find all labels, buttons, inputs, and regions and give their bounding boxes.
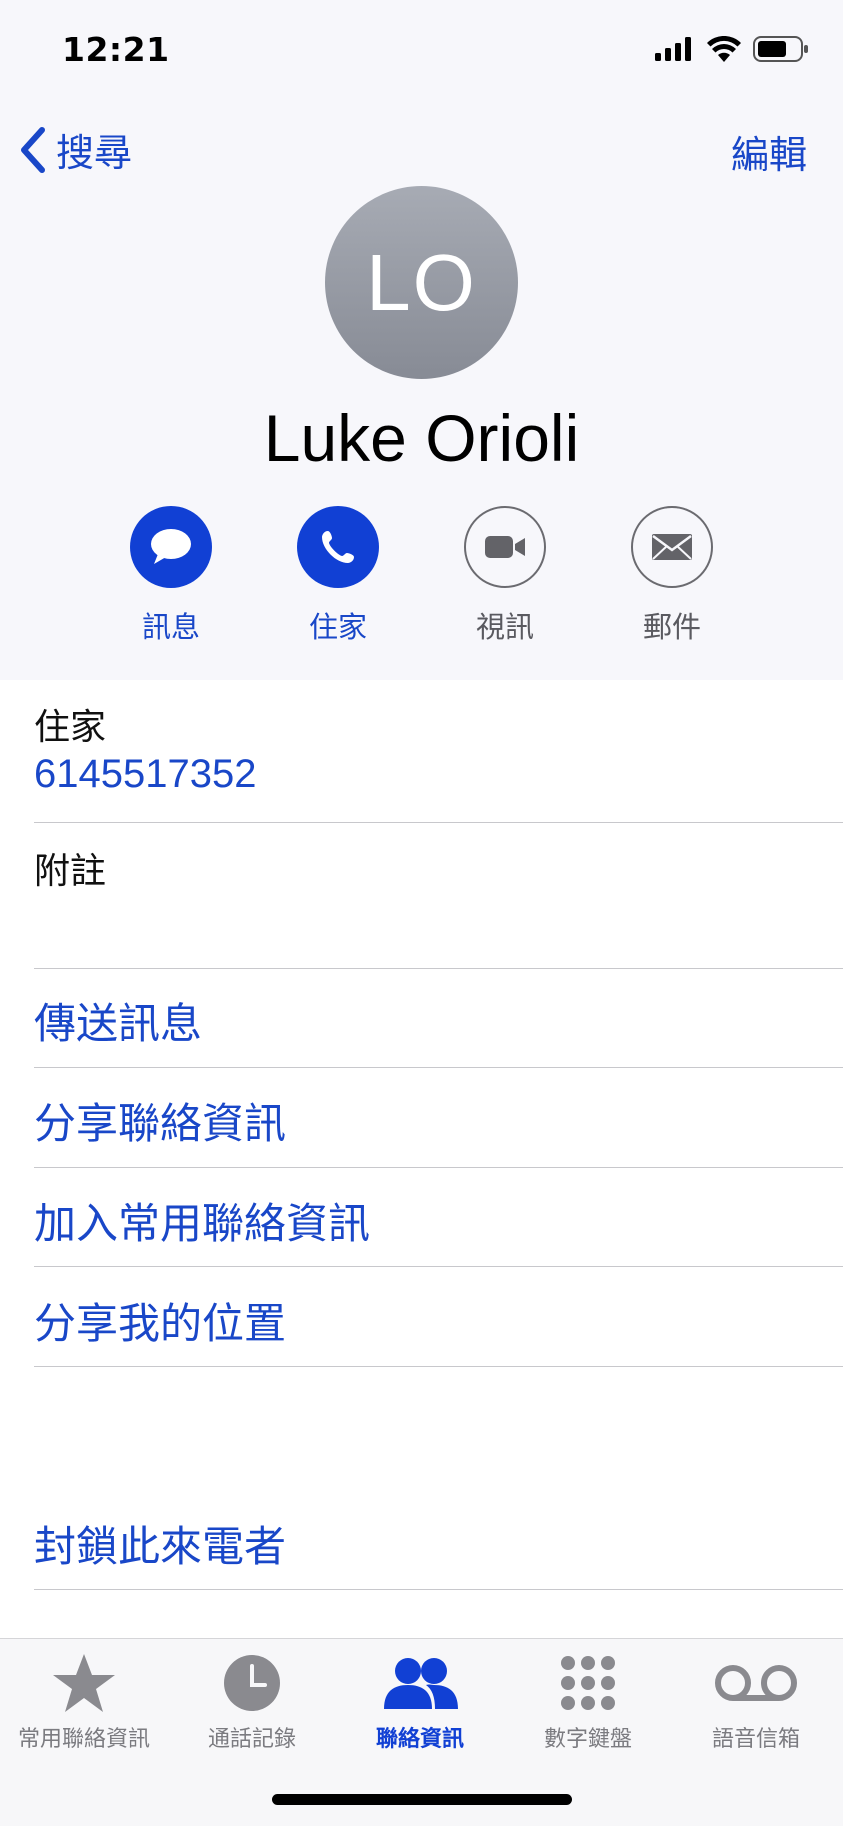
keypad-icon (561, 1656, 615, 1710)
battery-icon (753, 36, 808, 62)
tab-recents-label: 通話記錄 (207, 1727, 296, 1752)
call-action-button[interactable]: 住家 (278, 506, 398, 646)
share-location-link[interactable]: 分享我的位置 (34, 1290, 286, 1351)
notes-label: 附註 (34, 851, 107, 892)
home-indicator[interactable] (272, 1794, 572, 1805)
divider (34, 1167, 843, 1168)
phone-icon (322, 531, 354, 563)
avatar-initials: LO (366, 237, 477, 327)
video-action-circle (464, 506, 546, 588)
message-bubble-icon (151, 529, 191, 564)
cellular-signal-icon (655, 37, 691, 61)
clock-icon (224, 1655, 280, 1711)
tab-contacts-label: 聯絡資訊 (375, 1727, 464, 1752)
message-action-circle (130, 506, 212, 588)
video-action-button[interactable]: 視訊 (445, 506, 565, 646)
mail-action-label: 郵件 (642, 610, 701, 644)
divider (34, 1366, 843, 1367)
mail-action-button[interactable]: 郵件 (612, 506, 732, 646)
divider (34, 822, 843, 823)
divider (34, 968, 843, 969)
video-camera-icon (485, 536, 525, 558)
divider (34, 1266, 843, 1267)
edit-button[interactable]: 編輯 (731, 124, 807, 179)
tab-voicemail-label: 語音信箱 (711, 1727, 800, 1752)
tab-voicemail[interactable]: 語音信箱 (672, 1649, 840, 1753)
add-to-favorites-link[interactable]: 加入常用聯絡資訊 (34, 1190, 370, 1251)
tab-keypad-label: 數字鍵盤 (543, 1727, 632, 1752)
phone-number-link[interactable]: 6145517352 (34, 752, 256, 797)
envelope-icon (652, 534, 692, 560)
contacts-icon (384, 1658, 458, 1709)
message-action-label: 訊息 (141, 610, 200, 644)
contact-name: Luke Orioli (263, 401, 580, 475)
back-label: 搜尋 (56, 131, 133, 175)
star-icon (53, 1654, 115, 1712)
mail-action-circle (631, 506, 713, 588)
divider (34, 1067, 843, 1068)
tab-recents[interactable]: 通話記錄 (168, 1649, 336, 1753)
tab-keypad[interactable]: 數字鍵盤 (504, 1649, 672, 1753)
tab-favorites-label: 常用聯絡資訊 (17, 1727, 150, 1752)
voicemail-icon (715, 1665, 797, 1701)
tab-contacts[interactable]: 聯絡資訊 (336, 1649, 504, 1753)
divider (34, 1589, 843, 1590)
send-message-link[interactable]: 傳送訊息 (34, 990, 202, 1051)
share-contact-link[interactable]: 分享聯絡資訊 (34, 1090, 286, 1151)
call-action-label: 住家 (308, 610, 367, 644)
block-caller-link[interactable]: 封鎖此來電者 (34, 1513, 286, 1574)
video-action-label: 視訊 (475, 610, 534, 644)
back-button[interactable]: 搜尋 (18, 122, 132, 177)
status-icons (655, 36, 809, 62)
chevron-left-icon (21, 126, 45, 173)
call-action-circle (297, 506, 379, 588)
wifi-icon (707, 36, 741, 62)
phone-type-label: 住家 (34, 707, 107, 748)
message-action-button[interactable]: 訊息 (111, 506, 231, 646)
avatar: LO (325, 186, 518, 379)
tab-favorites[interactable]: 常用聯絡資訊 (0, 1649, 168, 1753)
status-time: 12:21 (62, 30, 170, 69)
